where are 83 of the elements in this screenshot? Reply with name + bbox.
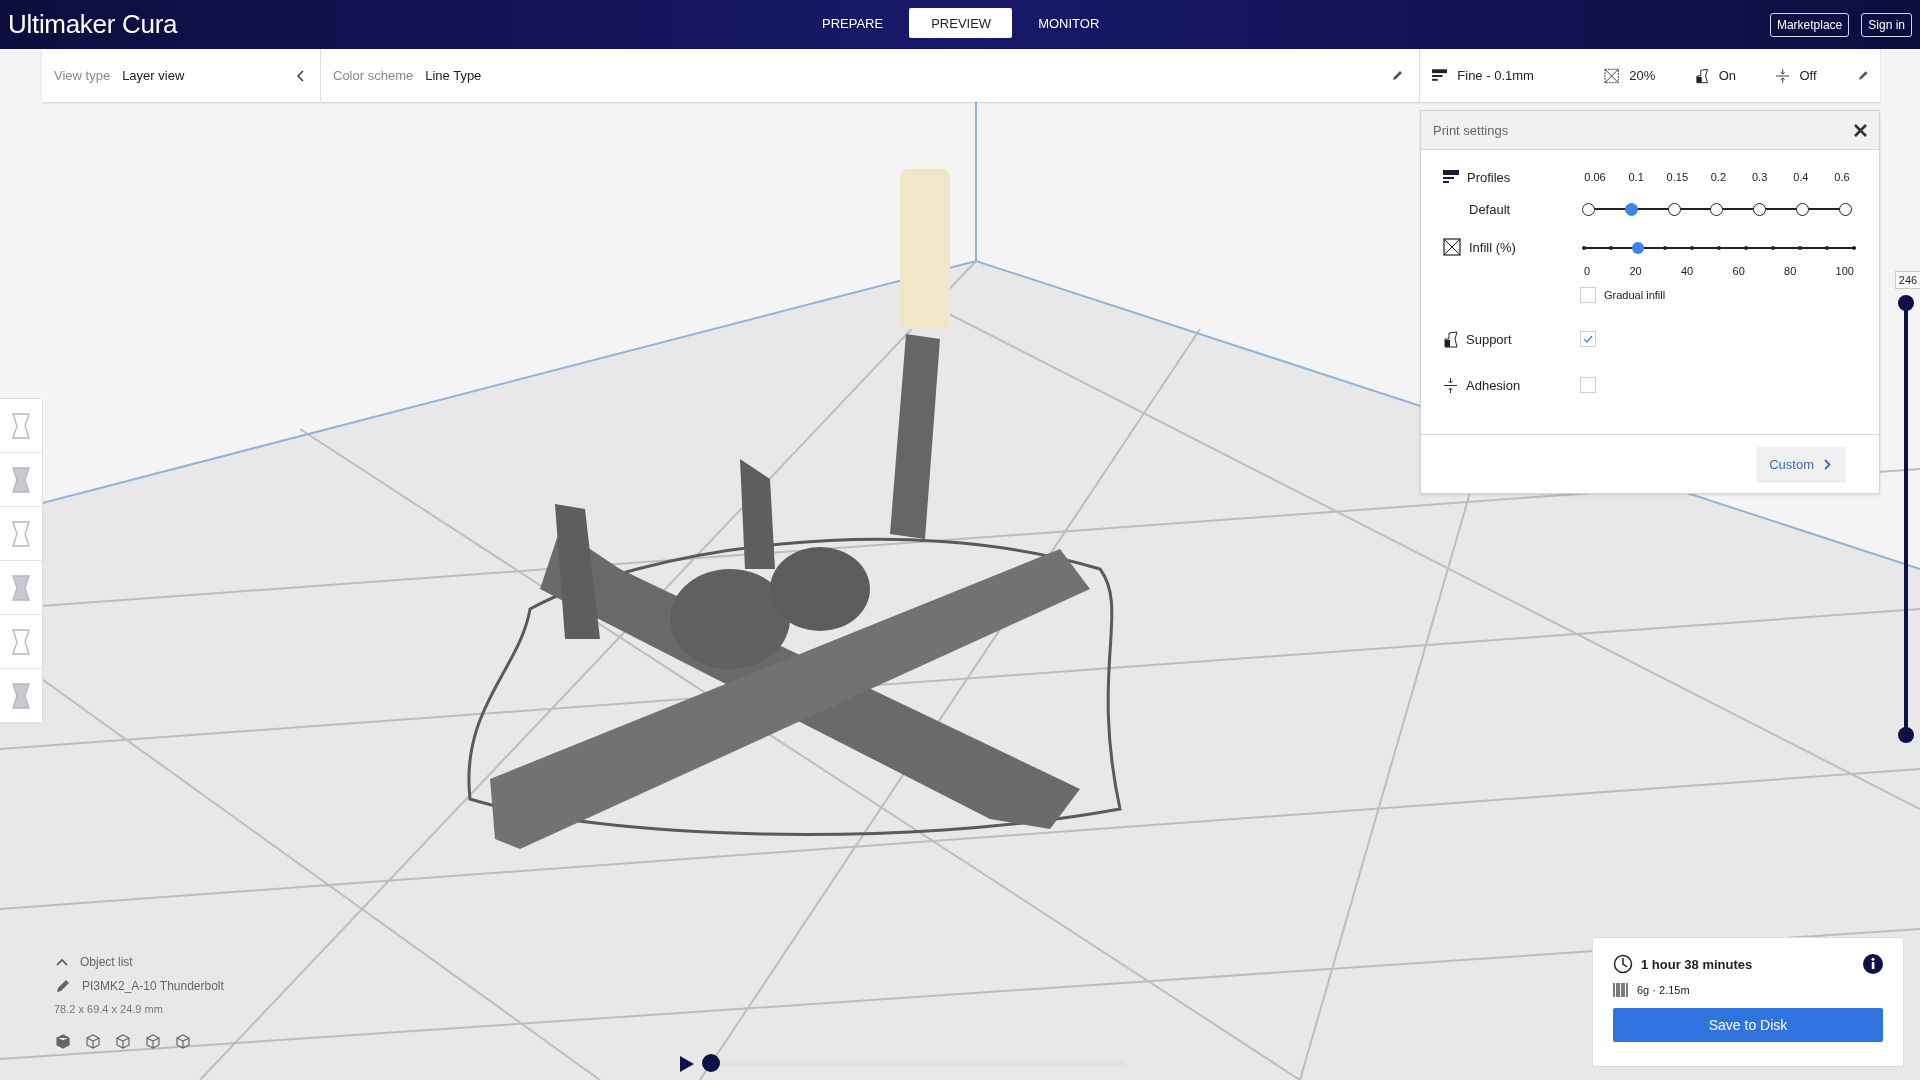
infill-icon (1443, 238, 1461, 256)
profile-icon (1432, 68, 1448, 83)
close-icon[interactable] (1854, 123, 1867, 137)
infill-label: Infill (%) (1469, 239, 1516, 255)
pencil-icon[interactable] (56, 979, 70, 993)
support-icon (1443, 330, 1458, 348)
layer-height-label: 0.15 (1665, 171, 1689, 183)
checkmark-icon (1583, 335, 1593, 343)
chevron-left-icon[interactable] (296, 69, 304, 82)
slider-thumb[interactable] (1632, 242, 1644, 254)
support-icon (1695, 67, 1709, 84)
gradual-infill-label: Gradual infill (1604, 289, 1666, 301)
layer-height-label: 0.6 (1833, 171, 1851, 183)
save-button[interactable]: Save to Disk (1613, 1008, 1883, 1042)
tick-label: 60 (1732, 265, 1745, 277)
clock-icon (1613, 954, 1633, 974)
profile-summary: Fine - 0.1mm (1457, 68, 1534, 83)
support-summary: On (1718, 68, 1736, 83)
stage-tab[interactable]: PREVIEW (909, 8, 1013, 38)
profile-step[interactable] (1667, 202, 1681, 216)
checkbox[interactable] (1580, 331, 1596, 347)
profile-icon (1443, 169, 1459, 185)
profile-step[interactable] (1753, 202, 1767, 216)
pencil-icon[interactable] (1856, 69, 1868, 82)
panel-title: Print settings (1433, 122, 1509, 138)
color-scheme-value: Line Type (425, 68, 482, 83)
adhesion-summary: Off (1799, 68, 1817, 83)
layer-slider[interactable] (1898, 295, 1914, 743)
view-cube-button[interactable] (144, 1033, 162, 1051)
view-cube-button[interactable] (54, 1033, 72, 1051)
layer-number: 246 (1894, 271, 1920, 289)
cube-icon (175, 1033, 191, 1049)
tick-label: 100 (1835, 265, 1854, 277)
stage-tab[interactable]: PREPARE (800, 8, 906, 38)
support-label: Support (1466, 331, 1512, 347)
adhesion-icon (1776, 67, 1790, 84)
infill-summary: 20% (1629, 68, 1656, 83)
layer-height-label: 0.3 (1750, 171, 1769, 183)
header-button[interactable]: Marketplace (1769, 12, 1850, 37)
stage-tab[interactable]: MONITOR (1016, 8, 1122, 38)
profile-step[interactable] (1838, 202, 1852, 216)
cube-icon (55, 1033, 71, 1049)
view-cube-button[interactable] (174, 1033, 192, 1051)
profile-step[interactable] (1710, 202, 1724, 216)
object-name: PI3MK2_A-10 Thunderbolt (82, 979, 224, 993)
custom-button[interactable]: Custom (1757, 447, 1845, 481)
adhesion-label: Adhesion (1466, 377, 1521, 393)
object-list-toggle[interactable]: Object list (80, 955, 133, 969)
tick-label: 20 (1629, 265, 1642, 277)
info-icon[interactable] (1863, 954, 1883, 974)
infill-icon (1603, 67, 1620, 84)
checkbox[interactable] (1580, 377, 1596, 393)
material-usage: 6g · 2.15m (1637, 984, 1690, 996)
profiles-label: Profiles (1467, 169, 1511, 185)
profile-step[interactable] (1796, 202, 1810, 216)
color-scheme-label: Color scheme (333, 68, 414, 83)
pencil-icon[interactable] (1391, 69, 1403, 82)
header-button[interactable]: Sign in (1861, 12, 1912, 37)
profile-step[interactable] (1582, 202, 1595, 216)
layer-height-label: 0.1 (1627, 171, 1645, 183)
profile-name: Default (1468, 201, 1512, 217)
tick-label: 80 (1784, 265, 1797, 277)
cube-icon (115, 1033, 131, 1049)
adhesion-icon (1443, 376, 1458, 394)
bars-icon (1613, 982, 1629, 998)
cube-icon (85, 1033, 101, 1049)
cube-icon (145, 1033, 161, 1049)
layer-height-label: 0.4 (1792, 171, 1810, 183)
view-cube-button[interactable] (84, 1033, 102, 1051)
chevron-right-icon (1824, 458, 1831, 470)
play-icon[interactable] (680, 1055, 694, 1072)
view-type-value: Layer view (122, 68, 185, 83)
layer-height-label: 0.06 (1583, 171, 1607, 183)
view-cube-button[interactable] (114, 1033, 132, 1051)
caret-icon[interactable] (56, 958, 68, 966)
object-dimensions: 78.2 x 69.4 x 24.9 mm (54, 1003, 164, 1015)
view-type-label: View type (54, 68, 111, 83)
app-title: Ultimaker Cura (8, 9, 178, 40)
tick-label: 0 (1584, 265, 1591, 277)
layer-height-label: 0.2 (1709, 171, 1728, 183)
tick-label: 40 (1680, 265, 1694, 277)
print-time: 1 hour 38 minutes (1641, 956, 1753, 972)
checkbox[interactable] (1580, 287, 1596, 303)
